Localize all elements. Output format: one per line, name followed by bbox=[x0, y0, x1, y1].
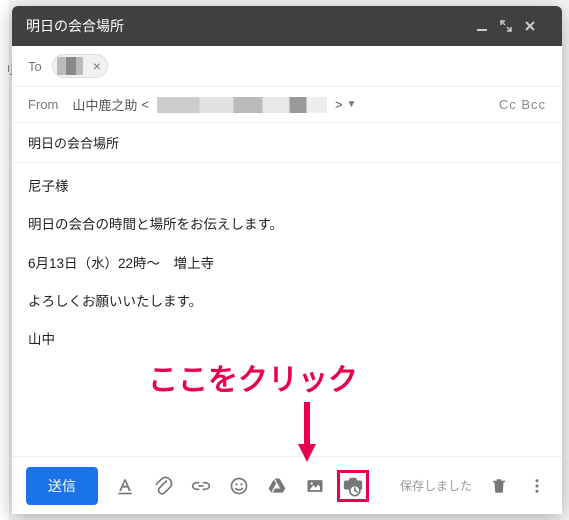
subject-field[interactable]: 明日の会合場所 bbox=[12, 123, 562, 163]
from-name: 山中鹿之助 bbox=[72, 95, 137, 114]
body-line: 山中 bbox=[28, 330, 546, 350]
avatar-icon bbox=[57, 57, 83, 75]
cc-bcc-toggle[interactable]: Cc Bcc bbox=[499, 97, 546, 112]
insert-photo-icon[interactable] bbox=[304, 475, 326, 497]
from-dropdown-icon[interactable]: ▼ bbox=[347, 99, 357, 110]
body-line: よろしくお願いいたします。 bbox=[28, 292, 546, 312]
close-icon[interactable] bbox=[524, 20, 548, 32]
body-line: 尼子様 bbox=[28, 177, 546, 197]
body-line: 6月13日（水）22時～ 増上寺 bbox=[28, 254, 546, 274]
recipient-chip[interactable]: × bbox=[52, 54, 108, 78]
schedule-send-icon[interactable] bbox=[342, 475, 364, 497]
format-text-icon[interactable] bbox=[114, 475, 136, 497]
body-line: 明日の会合の時間と場所をお伝えします。 bbox=[28, 215, 546, 235]
toolbar: 送信 保存しました bbox=[12, 456, 562, 514]
to-label: To bbox=[28, 59, 42, 74]
from-label: From bbox=[28, 97, 58, 112]
minimize-icon[interactable] bbox=[476, 20, 500, 32]
from-bracket-open: < bbox=[141, 97, 149, 112]
window-title: 明日の会合場所 bbox=[26, 16, 476, 36]
more-options-icon[interactable] bbox=[526, 475, 548, 497]
from-email-redacted bbox=[157, 97, 327, 113]
expand-icon[interactable] bbox=[500, 20, 524, 32]
send-button[interactable]: 送信 bbox=[26, 467, 98, 505]
insert-link-icon[interactable] bbox=[190, 475, 212, 497]
saved-status: 保存しました bbox=[400, 477, 472, 494]
google-drive-icon[interactable] bbox=[266, 475, 288, 497]
from-row[interactable]: From 山中鹿之助 < > ▼ Cc Bcc bbox=[12, 87, 562, 123]
message-body[interactable]: 尼子様 明日の会合の時間と場所をお伝えします。 6月13日（水）22時～ 増上寺… bbox=[12, 163, 562, 456]
attach-file-icon[interactable] bbox=[152, 475, 174, 497]
compose-window: 明日の会合場所 To × From 山中鹿之助 < > ▼ Cc Bcc 明日 bbox=[12, 6, 562, 514]
sidebar-sliver: 刂 bbox=[0, 0, 10, 520]
insert-emoji-icon[interactable] bbox=[228, 475, 250, 497]
discard-draft-icon[interactable] bbox=[488, 475, 510, 497]
remove-chip-icon[interactable]: × bbox=[93, 58, 101, 74]
to-row[interactable]: To × bbox=[12, 46, 562, 87]
from-bracket-close: > bbox=[335, 97, 343, 112]
titlebar: 明日の会合場所 bbox=[12, 6, 562, 46]
